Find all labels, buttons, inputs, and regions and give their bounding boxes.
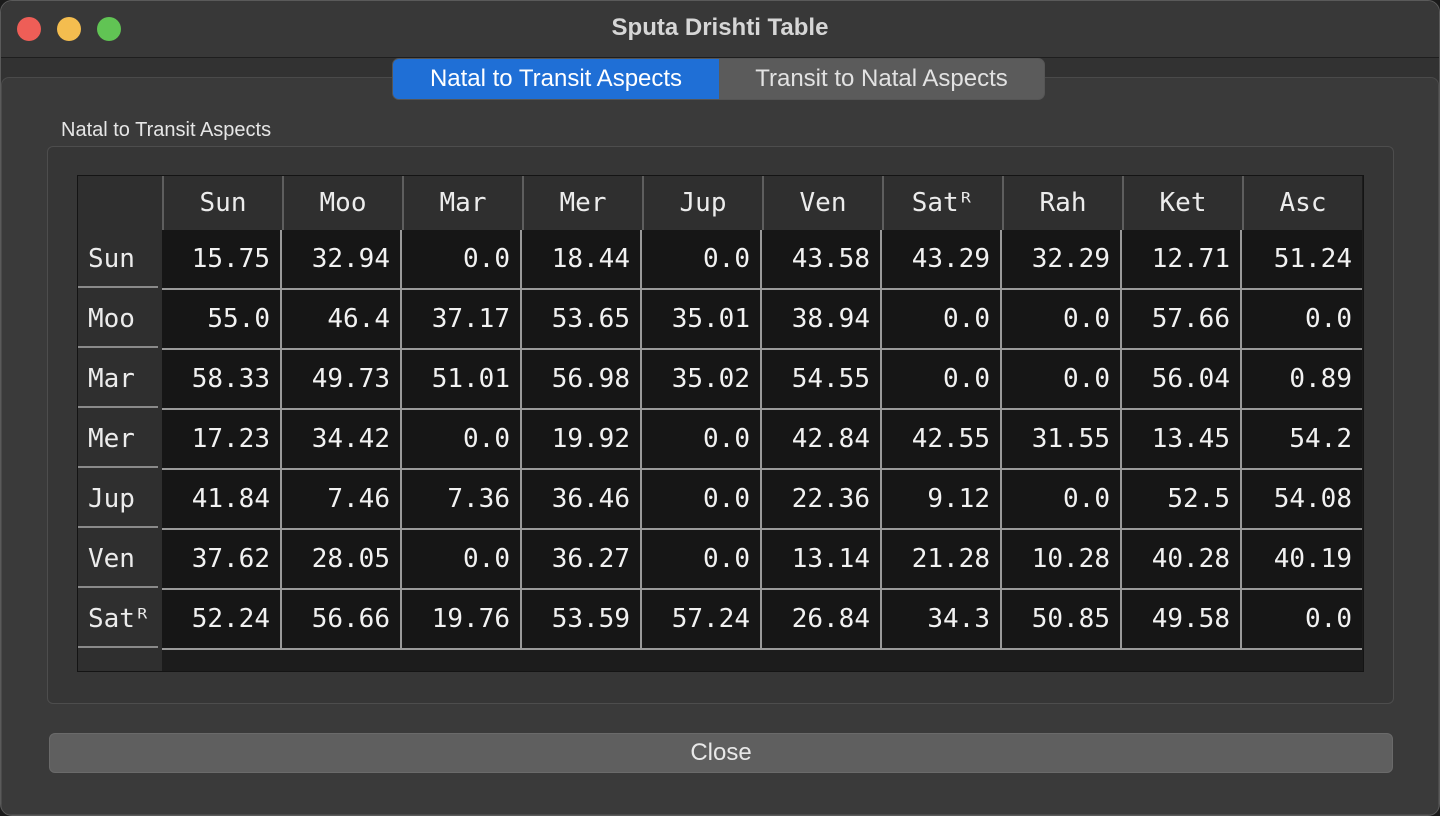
table-cell[interactable]: 40.28 (1122, 530, 1242, 590)
table-cell[interactable]: 0.0 (1002, 350, 1122, 410)
column-header[interactable]: Ket (1122, 176, 1242, 230)
titlebar: Sputa Drishti Table (1, 1, 1439, 58)
table-cell[interactable]: 37.17 (402, 290, 522, 350)
window-title: Sputa Drishti Table (611, 14, 829, 41)
table-cell[interactable]: 54.08 (1242, 470, 1362, 530)
table-cell[interactable]: 57.66 (1122, 290, 1242, 350)
table-cell[interactable]: 52.5 (1122, 470, 1242, 530)
table-cell[interactable]: 52.24 (162, 590, 282, 650)
table-cell[interactable]: 19.92 (522, 410, 642, 470)
table-cell[interactable]: 58.33 (162, 350, 282, 410)
table-cell[interactable]: 31.55 (1002, 410, 1122, 470)
tab-natal-to-transit[interactable]: Natal to Transit Aspects (393, 59, 719, 99)
aspects-table: Sun Moo Mar Mer Jup Ven Satᴿ Rah Ket Asc Sun 15.75 3… (77, 175, 1364, 672)
column-header[interactable]: Satᴿ (882, 176, 1002, 230)
table-cell[interactable]: 51.24 (1242, 230, 1362, 290)
row-header[interactable]: Jup (78, 470, 158, 528)
table-cell[interactable]: 53.65 (522, 290, 642, 350)
table-cell[interactable]: 56.66 (282, 590, 402, 650)
column-header[interactable]: Sun (162, 176, 282, 230)
table-cell[interactable]: 0.0 (402, 410, 522, 470)
table-cell[interactable]: 55.0 (162, 290, 282, 350)
table-corner (78, 176, 162, 230)
table-cell[interactable]: 50.85 (1002, 590, 1122, 650)
table-cell[interactable]: 34.3 (882, 590, 1002, 650)
table-cell[interactable]: 17.23 (162, 410, 282, 470)
table-cell[interactable]: 41.84 (162, 470, 282, 530)
table-cell[interactable]: 42.84 (762, 410, 882, 470)
column-header[interactable]: Rah (1002, 176, 1122, 230)
column-header[interactable]: Jup (642, 176, 762, 230)
table-cell[interactable]: 32.29 (1002, 230, 1122, 290)
table-cell[interactable]: 32.94 (282, 230, 402, 290)
table-cell[interactable]: 49.58 (1122, 590, 1242, 650)
table-cell[interactable]: 13.14 (762, 530, 882, 590)
table-cell[interactable]: 28.05 (282, 530, 402, 590)
tab-bar: Natal to Transit Aspects Transit to Nata… (392, 58, 1045, 100)
close-button[interactable]: Close (49, 733, 1393, 773)
table-cell[interactable]: 56.98 (522, 350, 642, 410)
table-cell[interactable]: 43.58 (762, 230, 882, 290)
row-header[interactable]: Moo (78, 290, 158, 348)
table-cell[interactable]: 19.76 (402, 590, 522, 650)
table-cell[interactable]: 0.0 (882, 290, 1002, 350)
table-cell[interactable]: 57.24 (642, 590, 762, 650)
table-cell[interactable]: 0.0 (1242, 290, 1362, 350)
table-cell[interactable]: 7.46 (282, 470, 402, 530)
table-cell[interactable]: 53.59 (522, 590, 642, 650)
row-header[interactable]: Satᴿ (78, 590, 158, 648)
table-cell[interactable]: 26.84 (762, 590, 882, 650)
table-cell[interactable]: 10.28 (1002, 530, 1122, 590)
table-cell[interactable]: 42.55 (882, 410, 1002, 470)
table-cell[interactable]: 46.4 (282, 290, 402, 350)
row-header[interactable]: Ven (78, 530, 158, 588)
table-cell[interactable]: 0.0 (402, 230, 522, 290)
column-header[interactable]: Ven (762, 176, 882, 230)
table-cell[interactable]: 22.36 (762, 470, 882, 530)
table-cell[interactable]: 34.42 (282, 410, 402, 470)
row-header[interactable]: Mar (78, 350, 158, 408)
tab-transit-to-natal[interactable]: Transit to Natal Aspects (719, 59, 1044, 99)
table-cell[interactable]: 49.73 (282, 350, 402, 410)
column-header[interactable]: Asc (1242, 176, 1362, 230)
group-label: Natal to Transit Aspects (61, 119, 272, 141)
table-cell[interactable]: 18.44 (522, 230, 642, 290)
row-header[interactable]: Sun (78, 230, 158, 288)
table-cell[interactable]: 36.46 (522, 470, 642, 530)
table-cell[interactable]: 0.0 (642, 230, 762, 290)
window: Sputa Drishti Table Natal to Transit Asp… (0, 0, 1440, 816)
table-cell[interactable]: 0.0 (642, 410, 762, 470)
table-cell[interactable]: 56.04 (1122, 350, 1242, 410)
table-cell[interactable]: 0.0 (642, 470, 762, 530)
table-cell[interactable]: 35.02 (642, 350, 762, 410)
table-cell[interactable]: 43.29 (882, 230, 1002, 290)
table-cell[interactable]: 0.0 (882, 350, 1002, 410)
table-cell[interactable]: 0.0 (642, 530, 762, 590)
table-cell[interactable]: 40.19 (1242, 530, 1362, 590)
row-header[interactable]: Mer (78, 410, 158, 468)
table-cell[interactable]: 12.71 (1122, 230, 1242, 290)
table-cell[interactable]: 38.94 (762, 290, 882, 350)
table-cell[interactable]: 54.2 (1242, 410, 1362, 470)
table-cell[interactable]: 0.0 (1002, 470, 1122, 530)
column-header[interactable]: Moo (282, 176, 402, 230)
table-cell[interactable]: 37.62 (162, 530, 282, 590)
table-cell[interactable]: 9.12 (882, 470, 1002, 530)
table-cell[interactable]: 36.27 (522, 530, 642, 590)
column-header[interactable]: Mer (522, 176, 642, 230)
table-cell[interactable]: 0.89 (1242, 350, 1362, 410)
table-cell[interactable]: 15.75 (162, 230, 282, 290)
table-cell[interactable]: 0.0 (402, 530, 522, 590)
column-header[interactable]: Mar (402, 176, 522, 230)
table-cell[interactable]: 13.45 (1122, 410, 1242, 470)
table-cell[interactable]: 54.55 (762, 350, 882, 410)
table-cell[interactable]: 0.0 (1242, 590, 1362, 650)
table-cell[interactable]: 35.01 (642, 290, 762, 350)
table-cell[interactable]: 7.36 (402, 470, 522, 530)
table-cell[interactable]: 51.01 (402, 350, 522, 410)
table-cell[interactable]: 0.0 (1002, 290, 1122, 350)
table-cell[interactable]: 21.28 (882, 530, 1002, 590)
